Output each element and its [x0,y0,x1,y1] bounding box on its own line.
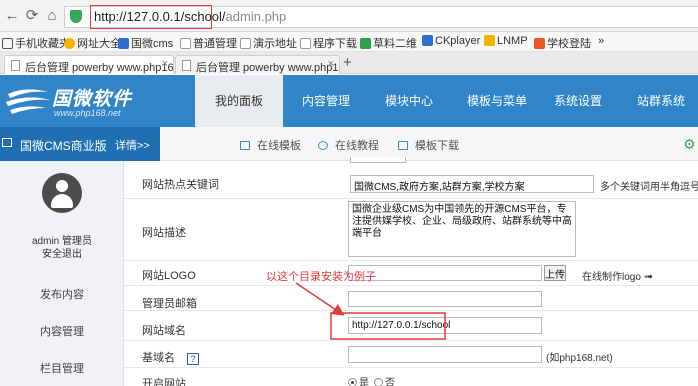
annotation-arrow [295,282,446,340]
